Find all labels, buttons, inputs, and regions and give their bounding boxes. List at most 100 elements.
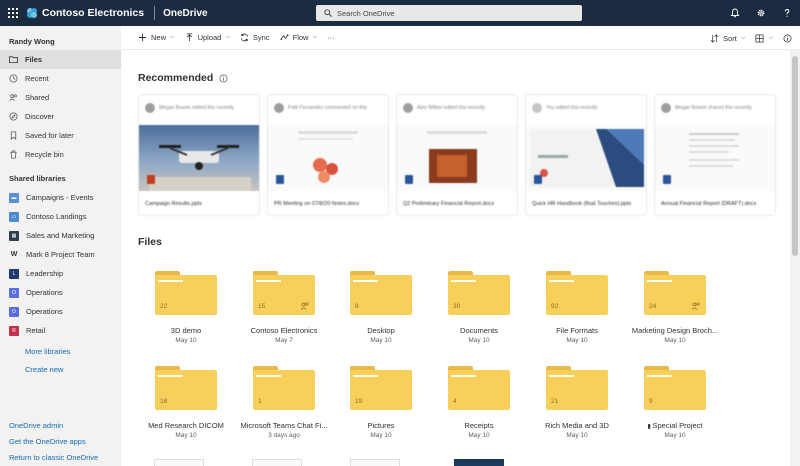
library-operations[interactable]: O Operations (0, 283, 121, 302)
shared-icon (300, 302, 309, 310)
folder-modified-date: May 10 (175, 432, 197, 439)
details-pane-button[interactable] (778, 26, 800, 50)
folder-name[interactable]: File Formats (528, 326, 626, 335)
folder-modified-date: May 10 (664, 337, 686, 344)
nav-label: Shared (25, 93, 50, 102)
library-label: Retail (26, 326, 46, 335)
folder-icon[interactable]: 92 (546, 271, 608, 315)
nav-item-recycle-bin[interactable]: Recycle bin (0, 145, 121, 164)
folder-item-count: 4 (453, 398, 457, 405)
library-contoso-landings[interactable]: ▭ Contoso Landings (0, 207, 121, 226)
folder-name[interactable]: Desktop (332, 326, 430, 335)
more-libraries-link[interactable]: More libraries (25, 347, 70, 356)
folder-modified-date: May 10 (468, 337, 490, 344)
library-mark-8-project-team[interactable]: W Mark 8 Project Team (0, 245, 121, 264)
onedrive-admin-link[interactable]: OneDrive admin (9, 421, 63, 430)
clock-icon (9, 74, 18, 83)
library-operations-2[interactable]: O Operations (0, 302, 121, 321)
file-thumbnail (526, 125, 646, 191)
folder-name[interactable]: Pictures (332, 421, 430, 430)
library-icon: O (9, 287, 19, 298)
get-apps-link[interactable]: Get the OneDrive apps (9, 437, 86, 446)
upload-button[interactable]: Upload ⌵ (180, 26, 235, 50)
folder-modified-date: 3 days ago (268, 432, 300, 439)
folder-item-count: 15 (258, 303, 266, 310)
recommended-card[interactable]: Patti Fernandez commented on this PR Mee… (267, 94, 389, 216)
app-name[interactable]: OneDrive (163, 8, 207, 19)
recommended-card[interactable]: Megan Bowen shared this recently Annual … (654, 94, 776, 216)
folder-item-count: 8 (355, 303, 359, 310)
folder-icon[interactable]: 21 (546, 366, 608, 410)
folder-icon[interactable]: 22 (155, 271, 217, 315)
recommended-heading: Recommended (138, 72, 228, 84)
info-icon[interactable] (219, 74, 228, 83)
notifications-button[interactable] (722, 0, 748, 26)
search-box[interactable]: Search OneDrive (316, 5, 582, 21)
folder-name[interactable]: Marketing Design Broch... (626, 326, 724, 335)
brand-name: Contoso Electronics (42, 7, 145, 19)
file-thumbnail[interactable] (252, 459, 302, 466)
folder-icon[interactable]: 8 (350, 271, 412, 315)
help-button[interactable] (774, 0, 800, 26)
card-file-name: PR Meeting on 07/8/20 Notes.docx (274, 201, 360, 207)
settings-button[interactable] (748, 0, 774, 26)
folder-name[interactable]: Receipts (430, 421, 528, 430)
library-retail[interactable]: R Retail (0, 321, 121, 340)
folder-modified-date: May 10 (370, 337, 392, 344)
file-thumbnail[interactable] (154, 459, 204, 466)
nav-item-discover[interactable]: Discover (0, 107, 121, 126)
new-button[interactable]: New ⌵ (133, 26, 180, 50)
folder-name[interactable]: Microsoft Teams Chat Fi... (235, 421, 333, 430)
folder-icon[interactable]: 30 (448, 271, 510, 315)
folder-highlight (256, 280, 281, 282)
nav-item-shared[interactable]: Shared (0, 88, 121, 107)
document-preview (689, 133, 739, 167)
folder-icon[interactable]: 19 (350, 366, 412, 410)
file-thumbnail (268, 125, 388, 191)
more-actions-button[interactable]: ··· (322, 26, 340, 50)
return-classic-link[interactable]: Return to classic OneDrive (9, 453, 98, 462)
nav-label: Saved for later (25, 131, 74, 140)
contoso-logo-icon (27, 8, 37, 18)
folder-name[interactable]: ▮ Special Project (626, 421, 724, 430)
recommended-card[interactable]: You edited this recently Quick HR Handbo… (525, 94, 647, 216)
library-leadership[interactable]: L Leadership (0, 264, 121, 283)
avatar (661, 103, 671, 113)
folder-highlight (549, 375, 574, 377)
folder-icon[interactable]: 9 (644, 366, 706, 410)
folder-icon[interactable]: 1 (253, 366, 315, 410)
nav-item-files[interactable]: Files (0, 50, 121, 69)
library-sales-and-marketing[interactable]: ▦ Sales and Marketing (0, 226, 121, 245)
scrollbar-thumb[interactable] (792, 56, 798, 256)
brand[interactable]: Contoso Electronics (26, 0, 154, 26)
folder-name[interactable]: Med Research DICOM (137, 421, 235, 430)
folder-icon[interactable]: 18 (155, 366, 217, 410)
view-options-button[interactable]: ⌵ (750, 26, 778, 50)
flow-button[interactable]: Flow ⌵ (275, 26, 322, 50)
nav-item-recent[interactable]: Recent (0, 69, 121, 88)
file-thumbnail[interactable] (454, 459, 504, 466)
left-navigation: Randy Wong Files Recent Shared Discover … (0, 26, 121, 466)
nav-item-saved-for-later[interactable]: Saved for later (0, 126, 121, 145)
file-thumbnail[interactable] (350, 459, 400, 466)
sort-button[interactable]: Sort ⌵ (705, 26, 750, 50)
sync-button[interactable]: Sync (235, 26, 275, 50)
create-new-link[interactable]: Create new (25, 365, 63, 374)
folder-name[interactable]: Documents (430, 326, 528, 335)
upload-label: Upload (197, 33, 222, 42)
shared-libraries-heading: Shared libraries (9, 174, 66, 183)
card-file-name: Annual Financial Report (DRAFT).docx (661, 201, 757, 207)
folder-name[interactable]: Rich Media and 3D (528, 421, 626, 430)
folder-name[interactable]: Contoso Electronics (235, 326, 333, 335)
library-campaigns-events[interactable]: ▬ Campaigns - Events (0, 188, 121, 207)
more-icon: ··· (327, 33, 335, 42)
app-launcher-button[interactable] (0, 0, 26, 26)
recommended-card[interactable]: Megan Bowen edited this recently Campaig… (138, 94, 260, 216)
recommended-card[interactable]: Alex Wilber edited this recently Q2 Prel… (396, 94, 518, 216)
folder-name[interactable]: 3D demo (137, 326, 235, 335)
sync-icon (240, 33, 248, 42)
folder-icon[interactable]: 24 (644, 271, 706, 315)
folder-icon[interactable]: 4 (448, 366, 510, 410)
search-icon (324, 9, 332, 17)
folder-icon[interactable]: 15 (253, 271, 315, 315)
